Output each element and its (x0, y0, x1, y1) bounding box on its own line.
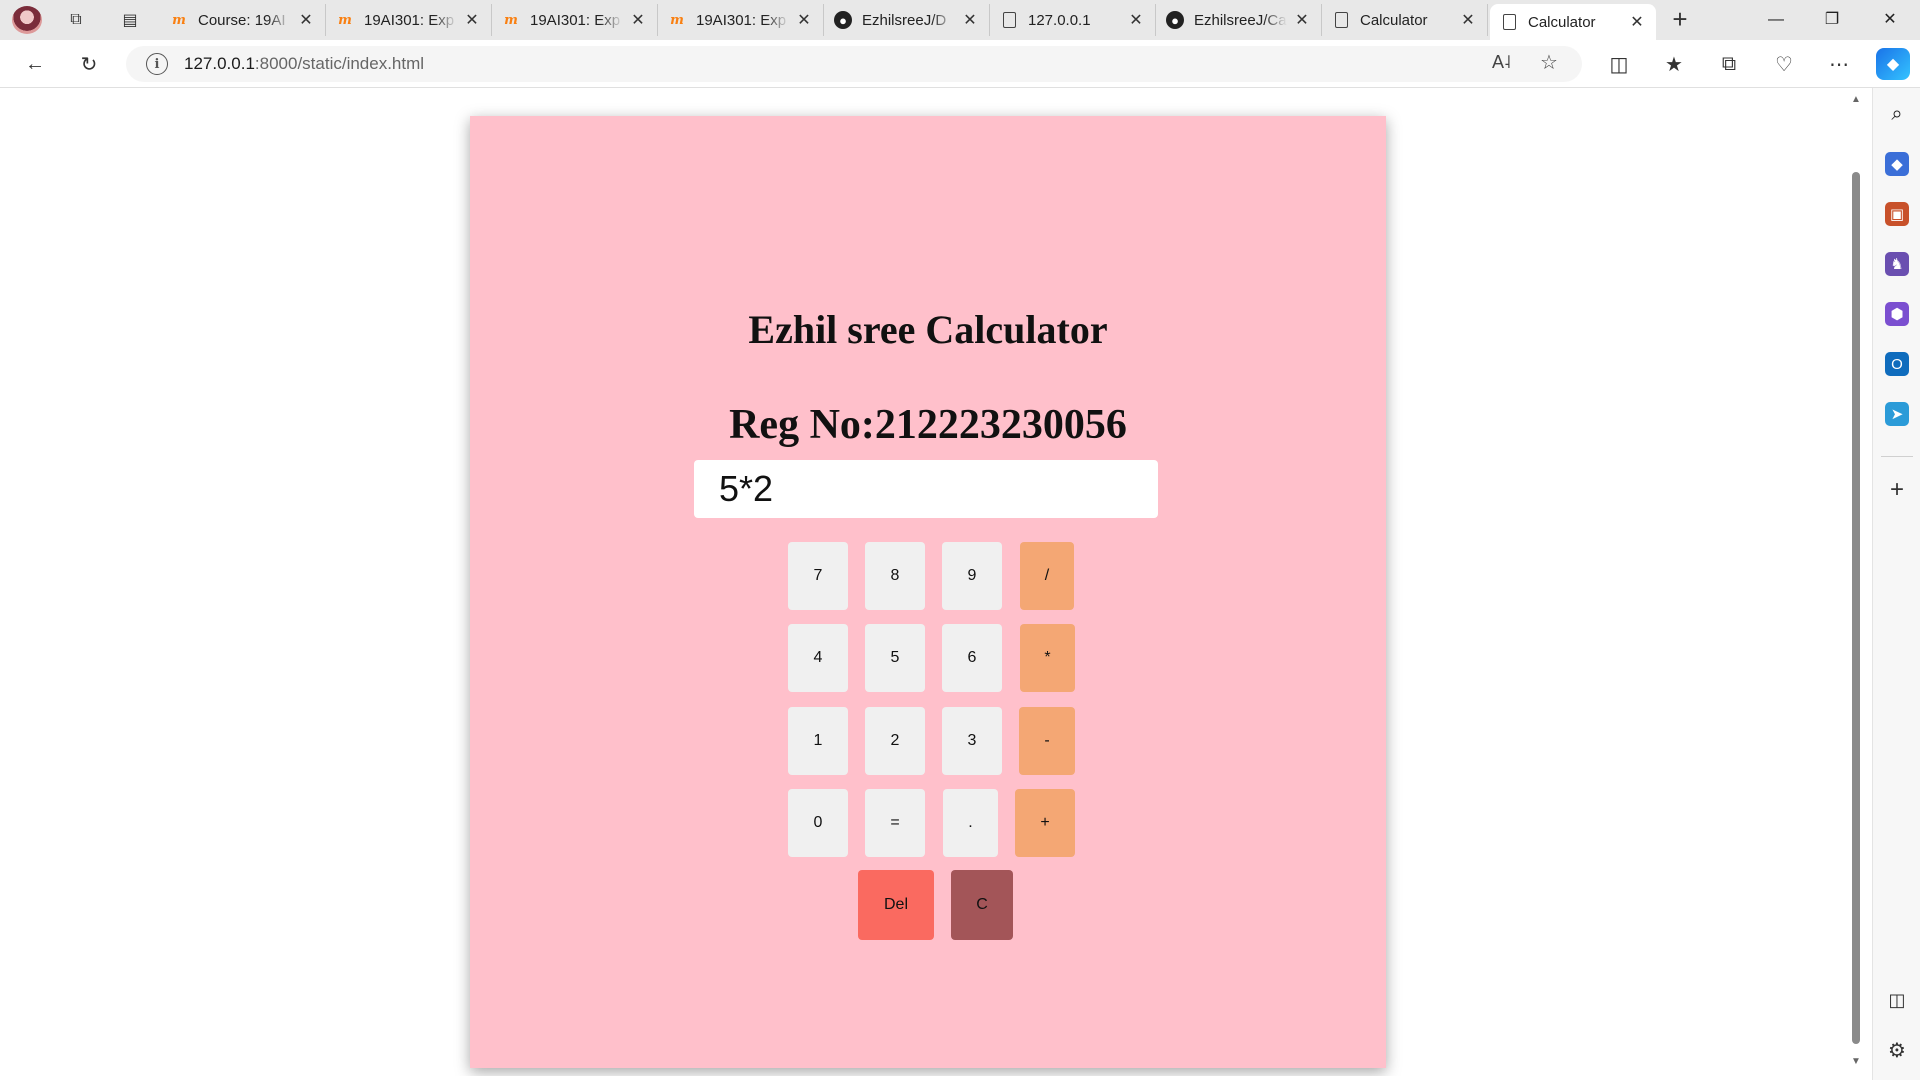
key-7-button[interactable]: 7 (788, 542, 848, 610)
moodle-icon: m (504, 12, 518, 28)
tab-exp-3[interactable]: m 19AI301: Exp ✕ (658, 4, 824, 36)
moodle-icon: m (338, 12, 352, 28)
split-screen-icon[interactable]: ◫ (1602, 48, 1636, 80)
github-icon: ● (1166, 11, 1184, 29)
tab-github-d[interactable]: ● EzhilsreeJ/D ✕ (824, 4, 990, 36)
add-button[interactable]: + (1015, 789, 1075, 857)
collections-icon[interactable]: ⧉ (1712, 48, 1746, 80)
tab-exp-2[interactable]: m 19AI301: Exp ✕ (492, 4, 658, 36)
tab-calculator-active[interactable]: Calculator ✕ (1490, 4, 1656, 40)
key-8-button[interactable]: 8 (865, 542, 925, 610)
browser-essentials-icon[interactable]: ♡ (1767, 48, 1801, 80)
profile-avatar[interactable] (12, 6, 42, 34)
tab-exp-1[interactable]: m 19AI301: Exp ✕ (326, 4, 492, 36)
close-icon[interactable]: ✕ (1628, 12, 1646, 32)
tab-calculator[interactable]: Calculator ✕ (1322, 4, 1488, 36)
more-menu-icon[interactable]: ⋯ (1822, 48, 1856, 80)
key-4-button[interactable]: 4 (788, 624, 848, 692)
new-tab-button[interactable]: + (1664, 4, 1696, 36)
clear-button[interactable]: C (951, 870, 1013, 940)
shopping-tag-icon[interactable]: ◆ (1885, 152, 1909, 176)
decimal-point-button[interactable]: . (943, 789, 998, 857)
add-sidebar-app-icon[interactable]: + (1885, 476, 1909, 503)
tab-actions-icon[interactable]: ▤ (116, 6, 144, 34)
read-aloud-icon[interactable]: A˨ (1492, 52, 1511, 73)
scroll-down-arrow-icon[interactable]: ▼ (1851, 1056, 1861, 1067)
restore-button[interactable]: ❐ (1804, 0, 1860, 40)
close-icon[interactable]: ✕ (629, 10, 647, 30)
close-icon[interactable]: ✕ (1293, 10, 1311, 30)
close-icon[interactable]: ✕ (795, 10, 813, 30)
tab-strip: ⧉ ▤ m Course: 19AI ✕ m 19AI301: Exp ✕ m … (0, 0, 1920, 40)
favorite-star-icon[interactable]: ☆ (1540, 50, 1558, 75)
refresh-icon[interactable]: ↻ (72, 48, 106, 80)
tab-github-ca[interactable]: ● EzhilsreeJ/Ca ✕ (1156, 4, 1322, 36)
github-icon: ● (834, 11, 852, 29)
site-info-icon[interactable]: i (146, 53, 168, 75)
url-text[interactable]: 127.0.0.1:8000/static/index.html (184, 54, 424, 74)
minimize-button[interactable]: — (1748, 0, 1804, 40)
subtract-button[interactable]: - (1019, 707, 1075, 775)
multiply-button[interactable]: * (1020, 624, 1075, 692)
games-chess-icon[interactable]: ♞ (1885, 252, 1909, 276)
close-icon[interactable]: ✕ (961, 10, 979, 30)
calculator-card: Ezhil sree Calculator Reg No:21222323005… (470, 116, 1386, 1068)
equals-button[interactable]: = (865, 789, 925, 857)
scroll-up-arrow-icon[interactable]: ▲ (1851, 94, 1861, 105)
sidebar-settings-gear-icon[interactable]: ⚙ (1885, 1038, 1909, 1062)
page-viewport: Ezhil sree Calculator Reg No:21222323005… (4, 88, 1842, 1076)
close-icon[interactable]: ✕ (1459, 10, 1477, 30)
page-icon (1332, 11, 1350, 29)
key-3-button[interactable]: 3 (942, 707, 1002, 775)
edge-sidebar: ⌕ ◆ ▣ ♞ ⬢ O ➤ + ◫ ⚙ (1872, 88, 1920, 1080)
address-bar[interactable]: i 127.0.0.1:8000/static/index.html A˨ ☆ (126, 46, 1582, 82)
outlook-icon[interactable]: O (1885, 352, 1909, 376)
tools-briefcase-icon[interactable]: ▣ (1885, 202, 1909, 226)
page-icon (1500, 13, 1518, 31)
tab-course[interactable]: m Course: 19AI ✕ (160, 4, 326, 36)
drop-send-icon[interactable]: ➤ (1885, 402, 1909, 426)
moodle-icon: m (670, 12, 684, 28)
page-icon (1000, 11, 1018, 29)
back-arrow-icon[interactable]: ← (18, 48, 52, 80)
calculator-display[interactable]: 5*2 (694, 460, 1158, 518)
favorites-icon[interactable]: ★ (1657, 48, 1691, 80)
hide-sidebar-icon[interactable]: ◫ (1885, 988, 1909, 1012)
key-5-button[interactable]: 5 (865, 624, 925, 692)
browser-toolbar: ← ↻ i 127.0.0.1:8000/static/index.html A… (0, 40, 1920, 88)
key-0-button[interactable]: 0 (788, 789, 848, 857)
page-scrollbar[interactable]: ▲ ▼ (1846, 92, 1866, 1072)
close-icon[interactable]: ✕ (463, 10, 481, 30)
key-1-button[interactable]: 1 (788, 707, 848, 775)
close-icon[interactable]: ✕ (1127, 10, 1145, 30)
key-6-button[interactable]: 6 (942, 624, 1002, 692)
microsoft-365-icon[interactable]: ⬢ (1885, 302, 1909, 326)
close-icon[interactable]: ✕ (297, 10, 315, 30)
tab-localhost[interactable]: 127.0.0.1 ✕ (990, 4, 1156, 36)
registration-number: Reg No:212223230056 (729, 402, 1127, 448)
workspaces-icon[interactable]: ⧉ (62, 6, 90, 34)
key-2-button[interactable]: 2 (865, 707, 925, 775)
moodle-icon: m (172, 12, 186, 28)
calculator-title: Ezhil sree Calculator (748, 307, 1108, 352)
close-window-button[interactable]: ✕ (1862, 0, 1918, 40)
scroll-thumb[interactable] (1852, 172, 1860, 1044)
key-9-button[interactable]: 9 (942, 542, 1002, 610)
divide-button[interactable]: / (1020, 542, 1074, 610)
copilot-icon[interactable]: ◆ (1876, 48, 1910, 80)
delete-button[interactable]: Del (858, 870, 934, 940)
search-icon[interactable]: ⌕ (1885, 102, 1909, 126)
